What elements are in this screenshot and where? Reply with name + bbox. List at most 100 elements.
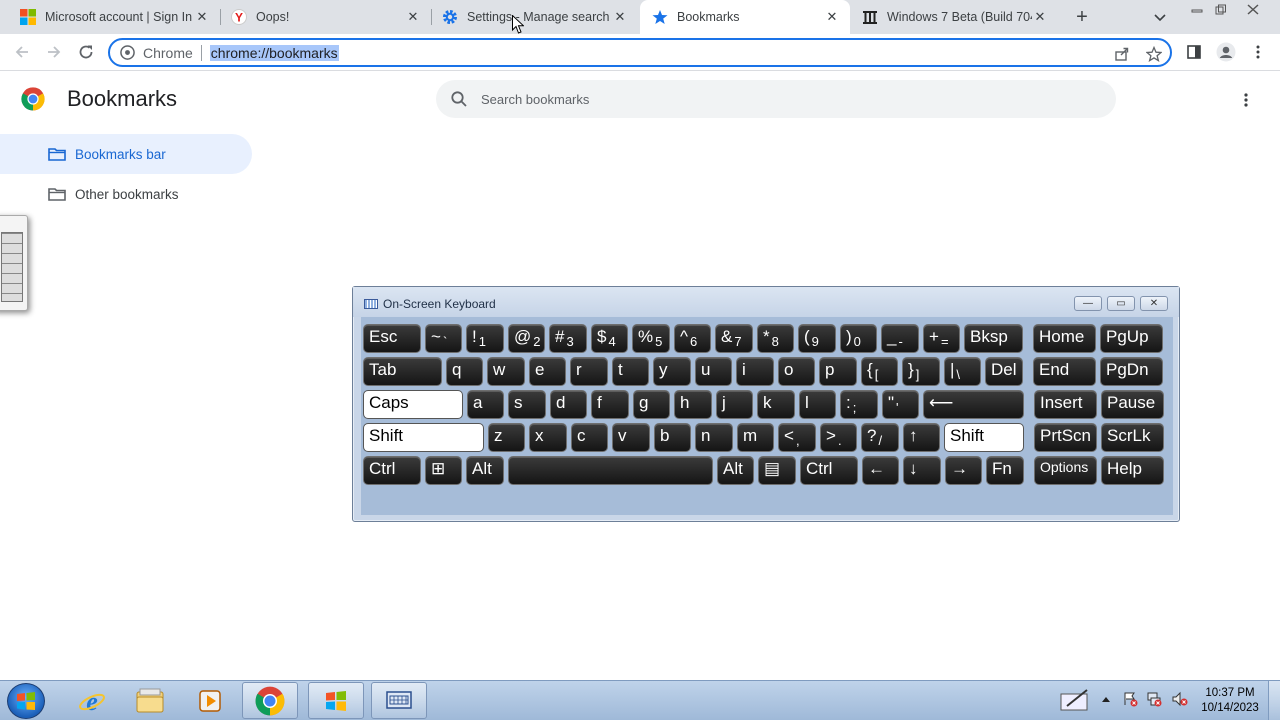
key-g[interactable]: g [633, 390, 670, 419]
key-symbol-12[interactable]: }] [902, 357, 940, 386]
on-screen-keyboard-shortcut-icon[interactable] [0, 215, 28, 311]
key-pgup[interactable]: PgUp [1100, 324, 1163, 353]
key-symbol-11[interactable]: ) 0 [840, 324, 877, 353]
key-insert[interactable]: Insert [1034, 390, 1097, 419]
key-symbol-12[interactable]: ⟵ [923, 390, 1024, 419]
site-chip[interactable]: Chrome [120, 44, 202, 61]
key-del[interactable]: Del [985, 357, 1023, 386]
key-pgdn[interactable]: PgDn [1100, 357, 1163, 386]
tab-microsoft-account[interactable]: Microsoft account | Sign In ✕ [0, 0, 220, 34]
key-bksp[interactable]: Bksp [964, 324, 1023, 353]
key-j[interactable]: j [716, 390, 753, 419]
key-alt[interactable]: Alt [466, 456, 504, 485]
key-symbol-8[interactable]: ↓ [903, 456, 941, 485]
key-i[interactable]: i [736, 357, 774, 386]
key-symbol-10[interactable]: ? / [861, 423, 899, 452]
key-symbol-6[interactable]: % 5 [632, 324, 670, 353]
restore-icon[interactable] [1208, 0, 1234, 18]
key-symbol-11[interactable]: ↑ [903, 423, 940, 452]
key-u[interactable]: u [695, 357, 732, 386]
forward-button[interactable] [44, 42, 64, 62]
key-t[interactable]: t [612, 357, 649, 386]
key-ctrl[interactable]: Ctrl [800, 456, 858, 485]
key-h[interactable]: h [674, 390, 712, 419]
url-text[interactable]: chrome://bookmarks [209, 44, 339, 61]
key-r[interactable]: r [570, 357, 608, 386]
key-v[interactable]: v [612, 423, 650, 452]
new-tab-button[interactable]: + [1072, 7, 1092, 27]
bookmarks-search[interactable] [436, 80, 1116, 118]
key-symbol-9[interactable]: * 8 [757, 324, 794, 353]
key-shift[interactable]: Shift [363, 423, 484, 452]
close-icon[interactable]: ✕ [612, 9, 628, 25]
taskbar-explorer[interactable] [122, 682, 178, 719]
action-center-icon[interactable] [1122, 691, 1138, 707]
bookmark-star-icon[interactable] [1146, 46, 1162, 62]
minimize-icon[interactable]: — [1074, 296, 1102, 311]
key-pause[interactable]: Pause [1101, 390, 1164, 419]
folder-other-bookmarks[interactable]: Other bookmarks [0, 174, 252, 214]
key-symbol-12[interactable]: _ - [881, 324, 919, 353]
volume-muted-icon[interactable] [1172, 691, 1188, 707]
key-f[interactable]: f [591, 390, 629, 419]
network-icon[interactable] [1146, 691, 1162, 707]
key-scrlk[interactable]: ScrLk [1101, 423, 1164, 452]
key-symbol-9[interactable]: >. [820, 423, 857, 452]
folder-bookmarks-bar[interactable]: Bookmarks bar [0, 134, 252, 174]
key-o[interactable]: o [778, 357, 815, 386]
key-q[interactable]: q [446, 357, 483, 386]
maximize-icon[interactable]: ▭ [1107, 296, 1135, 311]
key-symbol-8[interactable]: & 7 [715, 324, 753, 353]
key-symbol-5[interactable]: $4 [591, 324, 628, 353]
profile-button[interactable] [1216, 42, 1236, 62]
key-caps[interactable]: Caps [363, 390, 463, 419]
key-esc[interactable]: Esc [363, 324, 421, 353]
key-symbol-1[interactable]: ~ ` [425, 324, 462, 353]
key-n[interactable]: n [695, 423, 733, 452]
key-end[interactable]: End [1033, 357, 1096, 386]
key-options[interactable]: Options [1034, 456, 1097, 485]
key-l[interactable]: l [799, 390, 836, 419]
close-icon[interactable]: ✕ [1032, 9, 1048, 25]
key-symbol-11[interactable]: " ' [882, 390, 919, 419]
chevron-down-icon[interactable] [1152, 9, 1168, 25]
taskbar-on-screen-keyboard[interactable] [371, 682, 427, 719]
search-input[interactable] [481, 91, 1041, 107]
key-z[interactable]: z [488, 423, 525, 452]
key-symbol-13[interactable]: + = [923, 324, 960, 353]
key-b[interactable]: b [654, 423, 691, 452]
show-desktop-button[interactable] [1268, 681, 1280, 720]
key-fn[interactable]: Fn [986, 456, 1024, 485]
tab-settings[interactable]: Settings - Manage search e ✕ [432, 0, 638, 34]
start-button[interactable] [7, 683, 45, 719]
key-symbol-7[interactable]: ← [862, 456, 899, 485]
key-d[interactable]: d [550, 390, 587, 419]
key-y[interactable]: y [653, 357, 691, 386]
bookmarks-menu-button[interactable] [1238, 90, 1254, 110]
key-symbol-4[interactable]: #3 [549, 324, 587, 353]
minimize-icon[interactable] [1184, 0, 1210, 18]
key-home[interactable]: Home [1033, 324, 1096, 353]
key-symbol-10[interactable]: (9 [798, 324, 836, 353]
reload-button[interactable] [76, 42, 96, 62]
osk-titlebar[interactable]: On-Screen Keyboard — ▭ ✕ [353, 287, 1179, 317]
side-panel-button[interactable] [1184, 42, 1204, 62]
close-icon[interactable]: ✕ [824, 9, 840, 25]
share-icon[interactable] [1114, 46, 1130, 62]
key-m[interactable]: m [737, 423, 774, 452]
key-symbol-1[interactable]: ⊞ [425, 456, 462, 485]
on-screen-keyboard-window[interactable]: On-Screen Keyboard — ▭ ✕ Esc ~ `! 1 @2 #3 $4% 5… [352, 286, 1180, 522]
key-prtscn[interactable]: PrtScn [1034, 423, 1097, 452]
key-symbol-8[interactable]: <, [778, 423, 816, 452]
close-icon[interactable]: ✕ [405, 9, 421, 25]
key-symbol-10[interactable]: :; [840, 390, 878, 419]
close-icon[interactable]: ✕ [194, 9, 210, 25]
close-icon[interactable]: ✕ [1140, 296, 1168, 311]
system-clock[interactable]: 10:37 PM 10/14/2023 [1198, 686, 1262, 716]
key-symbol-3[interactable]: @2 [508, 324, 545, 353]
key-c[interactable]: c [571, 423, 608, 452]
key-k[interactable]: k [757, 390, 795, 419]
taskbar-media-player[interactable] [182, 682, 238, 719]
key-symbol-11[interactable]: {[ [861, 357, 898, 386]
key-tab[interactable]: Tab [363, 357, 442, 386]
